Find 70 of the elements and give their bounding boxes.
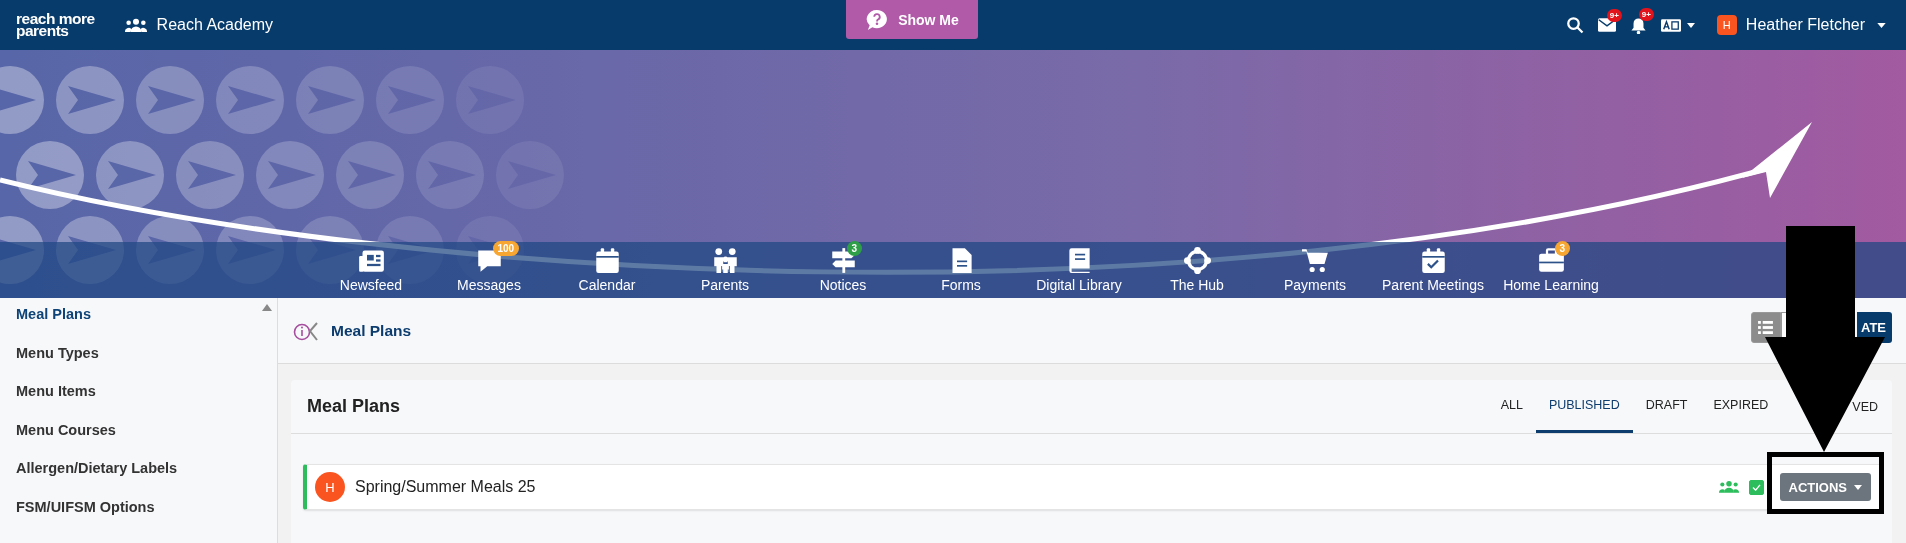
sidebar-item[interactable]: Menu Courses	[16, 419, 277, 458]
actions-button[interactable]: ACTIONS	[1779, 473, 1871, 501]
arrow-circle-icon	[96, 141, 164, 209]
calendar-icon	[593, 247, 621, 274]
question-bubble-icon	[866, 8, 889, 31]
paper-plane-icon	[1742, 122, 1812, 198]
nav-item[interactable]: Digital Library	[1020, 242, 1138, 298]
nav-item[interactable]: 3 Home Learning	[1492, 242, 1610, 298]
nav-item[interactable]: Newsfeed	[312, 242, 430, 298]
sidebar-item[interactable]: Menu Types	[16, 342, 277, 381]
language-button[interactable]	[1660, 18, 1695, 32]
status-tab[interactable]: VED	[1852, 398, 1878, 415]
arrow-circle-icon	[336, 141, 404, 209]
search-icon[interactable]	[1565, 16, 1584, 34]
nav-item[interactable]: The Hub	[1138, 242, 1256, 298]
nav-item[interactable]: Payments	[1256, 242, 1374, 298]
family-icon	[711, 247, 739, 274]
checkbox[interactable]	[1748, 479, 1764, 495]
nav-item[interactable]: Forms	[902, 242, 1020, 298]
count-badge: 9+	[1638, 7, 1654, 21]
scroll-up-icon[interactable]	[262, 304, 272, 311]
caret-icon	[1877, 22, 1886, 28]
nav-item[interactable]: Parent Meetings	[1374, 242, 1492, 298]
info-icon[interactable]	[293, 320, 319, 341]
ring-icon	[1183, 247, 1211, 274]
user-menu[interactable]: H Heather Fletcher	[1716, 15, 1886, 35]
arrow-circle-icon	[216, 66, 284, 134]
list-view-button[interactable]	[1750, 312, 1781, 343]
count-badge: 100	[492, 241, 520, 256]
newspaper-icon	[357, 247, 385, 274]
nav-item[interactable]: Parents	[666, 242, 784, 298]
count-badge: 9+	[1606, 9, 1622, 22]
logo[interactable]: reach more parents	[16, 13, 95, 37]
cart-icon	[1301, 247, 1329, 274]
sidebar-item[interactable]: Meal Plans	[16, 304, 277, 343]
meal-plan-row[interactable]: H Spring/Summer Meals 25 ACTIONS	[303, 464, 1882, 510]
card-title: Meal Plans	[307, 396, 401, 417]
translate-icon	[1660, 18, 1681, 32]
school-name[interactable]: Reach Academy	[156, 16, 274, 34]
status-tab[interactable]: ALL	[1487, 380, 1536, 433]
status-tab[interactable]: DRAFT	[1632, 380, 1701, 433]
sidebar-item[interactable]: Allergen/Dietary Labels	[16, 458, 277, 497]
nav-item[interactable]: Calendar	[548, 242, 666, 298]
checkmark-icon	[1751, 483, 1761, 491]
mail-icon[interactable]	[1597, 18, 1616, 32]
arrow-circle-icon	[176, 141, 244, 209]
arrow-circle-icon	[16, 141, 84, 209]
arrow-circle-icon	[256, 141, 324, 209]
page-title: Meal Plans	[331, 321, 412, 340]
calendar-check-icon	[1419, 247, 1447, 274]
meal-plan-title: Spring/Summer Meals 25	[355, 478, 536, 496]
people-icon	[1718, 480, 1739, 494]
author-avatar: H	[315, 472, 345, 502]
status-tab[interactable]: EXPIRED	[1700, 380, 1782, 433]
caret-icon	[1854, 484, 1862, 490]
status-tab[interactable]: PUBLISHED	[1535, 380, 1633, 433]
sidebar-item[interactable]: Menu Items	[16, 381, 277, 420]
user-avatar: H	[1716, 15, 1737, 35]
arrow-circle-icon	[376, 66, 444, 134]
sidebar-item[interactable]: FSM/UIFSM Options	[16, 496, 277, 535]
nav-item[interactable]: 100 Messages	[430, 242, 548, 298]
caret-icon	[1686, 22, 1695, 28]
arrow-circle-icon	[296, 66, 364, 134]
arrow-circle-icon	[136, 66, 204, 134]
list-icon	[1758, 321, 1774, 334]
people-icon	[124, 17, 147, 33]
bell-icon[interactable]	[1629, 16, 1647, 34]
show-me-button[interactable]: Show Me	[846, 0, 979, 39]
nav-item[interactable]: 3 Notices	[784, 242, 902, 298]
arrow-circle-icon	[56, 66, 124, 134]
